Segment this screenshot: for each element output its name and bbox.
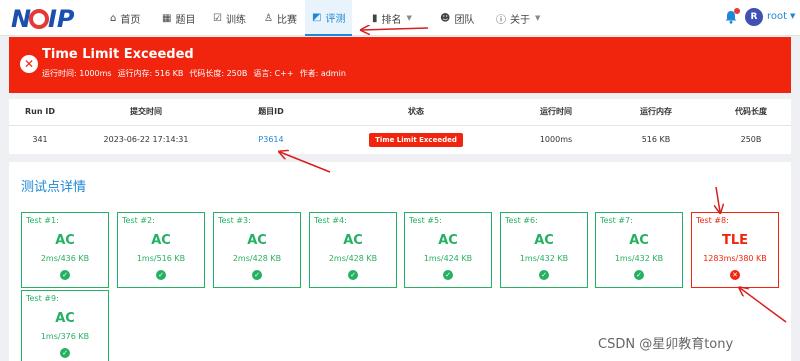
annotation-arrows [0, 0, 787, 323]
annotation-arrow [280, 152, 331, 173]
annotation-arrow [362, 28, 429, 30]
annotation-arrow [716, 186, 720, 212]
annotation-arrow [740, 288, 787, 323]
